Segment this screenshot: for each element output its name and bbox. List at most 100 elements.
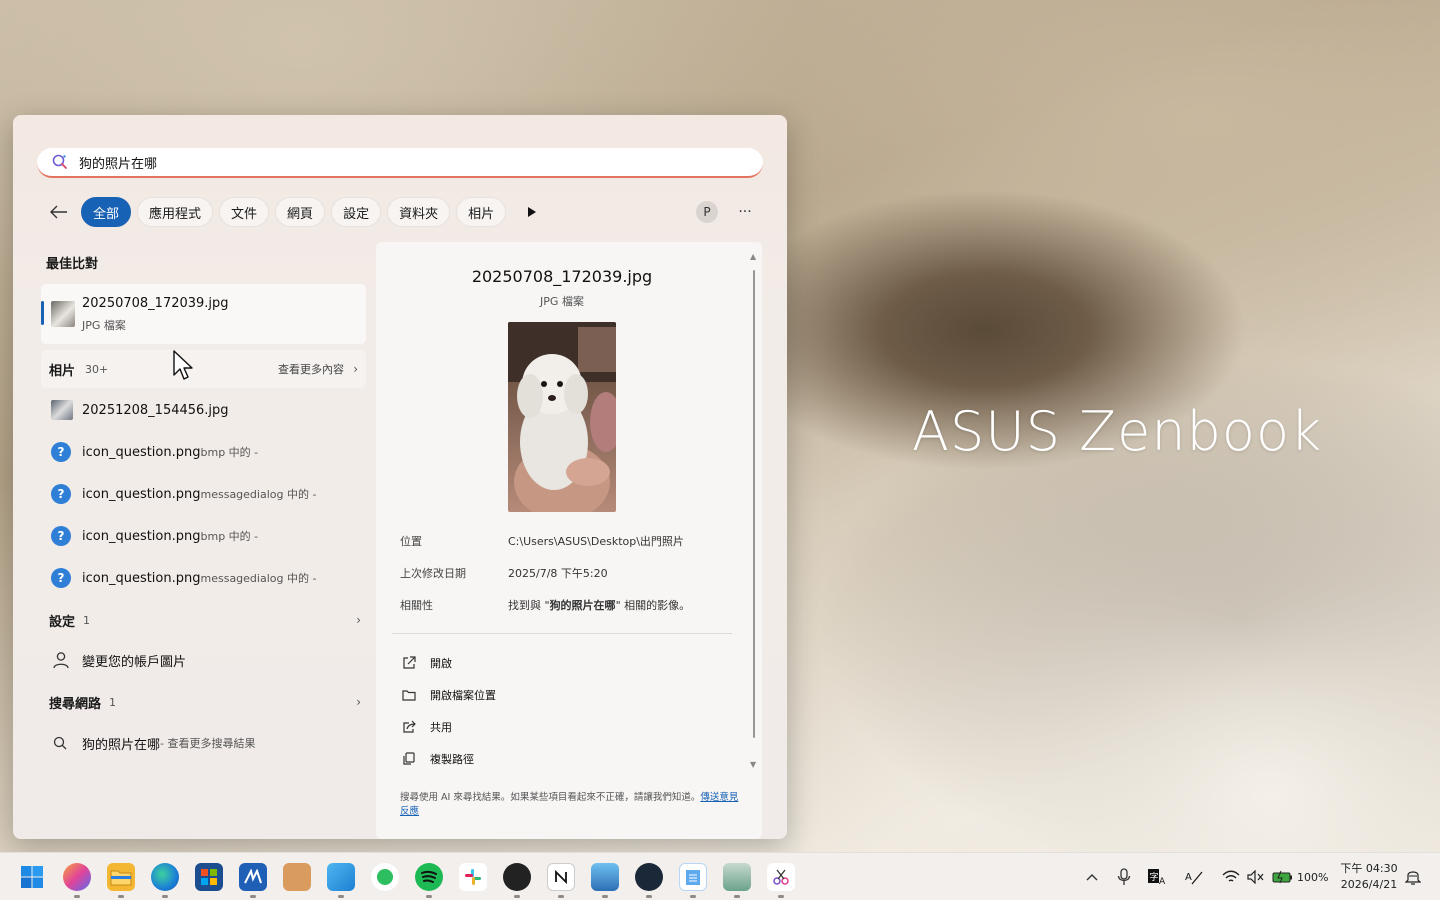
ai-disclaimer: 搜尋使用 AI 來尋找結果。如果某些項目看起來不正確，請讓我們知道。傳送意見反應 xyxy=(400,791,742,819)
svg-text:A: A xyxy=(1159,877,1166,886)
open-action-label: 開啟 xyxy=(430,657,452,670)
relevance-value: 找到與 "狗的照片在哪" 相關的影像。 xyxy=(508,597,690,613)
clock-date: 2026/4/21 xyxy=(1340,878,1398,891)
see-more-link[interactable]: 查看更多內容 xyxy=(278,361,344,377)
web-search-query: 狗的照片在哪 xyxy=(82,737,161,753)
settings-group-title: 設定 xyxy=(49,614,76,630)
notification-bell-icon xyxy=(1405,871,1421,885)
running-indicator xyxy=(118,895,124,898)
best-match-heading: 最佳比對 xyxy=(46,257,99,272)
microsoft-store-icon[interactable] xyxy=(195,863,223,891)
store-grid-icon xyxy=(201,869,217,885)
desktop-brand-text: ASUS Zenbook xyxy=(912,400,1323,463)
share-icon xyxy=(403,720,416,733)
file-explorer-icon[interactable] xyxy=(107,863,135,891)
filter-all[interactable]: 全部 xyxy=(81,197,132,227)
dog-photo-preview xyxy=(508,322,616,512)
edge-browser-icon[interactable] xyxy=(151,863,179,891)
list-item-name: icon_question.png xyxy=(82,570,201,586)
share-action[interactable]: 共用 xyxy=(402,717,452,737)
modified-value: 2025/7/8 下午5:20 xyxy=(508,567,608,580)
best-match-item[interactable]: 20250708_172039.jpg JPG 檔案 xyxy=(41,284,366,344)
battery-button[interactable]: 100% xyxy=(1272,853,1328,900)
language-button[interactable]: 字A xyxy=(1147,853,1167,900)
photo-thumbnail-icon xyxy=(51,301,75,327)
steam-icon[interactable] xyxy=(635,863,663,891)
settings-item-label: 變更您的帳戶圖片 xyxy=(82,654,187,670)
input-method-button[interactable]: A xyxy=(1184,853,1204,900)
running-indicator xyxy=(162,895,168,898)
notepad-glyph-icon xyxy=(686,870,700,885)
microphone-icon xyxy=(1117,868,1131,885)
notion-icon[interactable] xyxy=(547,863,575,891)
filter-documents[interactable]: 文件 xyxy=(219,197,270,227)
search-box[interactable] xyxy=(37,148,763,178)
archive-app-icon[interactable] xyxy=(283,863,311,891)
svg-text:字: 字 xyxy=(1150,871,1159,883)
snipping-tool-icon[interactable] xyxy=(767,863,795,891)
list-item-name: icon_question.png xyxy=(82,444,201,460)
obs-studio-icon[interactable] xyxy=(503,863,531,891)
settings-item[interactable]: 變更您的帳戶圖片 xyxy=(51,648,186,672)
myasus-glyph-icon xyxy=(244,869,262,884)
filter-web[interactable]: 網頁 xyxy=(275,197,326,227)
filter-settings[interactable]: 設定 xyxy=(331,197,382,227)
back-button[interactable] xyxy=(47,200,71,224)
clock[interactable]: 下午 04:30 2026/4/21 xyxy=(1338,861,1400,893)
copilot-icon[interactable] xyxy=(63,863,91,891)
list-item[interactable]: ? icon_question.png bmp 中的 - xyxy=(51,524,258,548)
list-item-sub: messagedialog 中的 - xyxy=(200,572,317,585)
account-avatar[interactable]: P xyxy=(696,201,718,223)
ime-language-icon: 字A xyxy=(1148,869,1166,886)
running-indicator xyxy=(690,895,696,898)
photos-icon[interactable] xyxy=(591,863,619,891)
scroll-up-icon[interactable]: ▲ xyxy=(750,252,756,261)
spotify-icon[interactable] xyxy=(415,863,443,891)
filter-photos[interactable]: 相片 xyxy=(456,197,507,227)
battery-charging-icon xyxy=(1272,870,1292,884)
relevance-query: 狗的照片在哪 xyxy=(549,599,616,612)
more-options-button[interactable]: ··· xyxy=(733,201,757,223)
list-item[interactable]: ? icon_question.png messagedialog 中的 - xyxy=(51,566,316,590)
list-item[interactable]: ? icon_question.png bmp 中的 - xyxy=(51,440,258,464)
web-group-header[interactable]: 搜尋網路 1 › xyxy=(49,690,361,714)
list-item[interactable]: 20251208_154456.jpg xyxy=(51,398,229,422)
notepad-icon[interactable] xyxy=(679,863,707,891)
photo-app-icon[interactable] xyxy=(327,863,355,891)
folder-icon xyxy=(402,690,416,701)
scrollbar[interactable]: ▲ ▼ xyxy=(749,252,759,772)
photos-group-header[interactable]: 相片 30+ 查看更多內容 › xyxy=(41,350,366,388)
open-action[interactable]: 開啟 xyxy=(402,653,452,673)
search-input[interactable] xyxy=(79,154,679,170)
myasus-icon[interactable] xyxy=(239,863,267,891)
web-search-item[interactable]: 狗的照片在哪 - 查看更多搜尋結果 xyxy=(51,731,255,755)
photos-group-count: 30+ xyxy=(85,362,109,376)
open-location-label: 開啟檔案位置 xyxy=(430,689,496,702)
volume-button[interactable] xyxy=(1247,853,1265,900)
open-location-action[interactable]: 開啟檔案位置 xyxy=(402,685,496,705)
show-hidden-icons-button[interactable] xyxy=(1085,853,1099,900)
best-match-name: 20250708_172039.jpg xyxy=(82,296,229,311)
copy-path-action[interactable]: 複製路徑 xyxy=(402,749,474,769)
more-filters-button[interactable] xyxy=(520,200,544,224)
image-viewer-icon[interactable] xyxy=(723,863,751,891)
list-item-sub: messagedialog 中的 - xyxy=(200,488,317,501)
relevance-prefix: 找到與 " xyxy=(508,599,550,612)
running-indicator xyxy=(74,895,80,898)
notifications-button[interactable] xyxy=(1405,853,1421,900)
start-button[interactable] xyxy=(18,863,46,891)
filter-apps[interactable]: 應用程式 xyxy=(137,197,214,227)
scrollbar-thumb[interactable] xyxy=(753,270,755,738)
back-arrow-icon xyxy=(50,205,67,219)
list-item[interactable]: ? icon_question.png messagedialog 中的 - xyxy=(51,482,316,506)
microphone-button[interactable] xyxy=(1117,853,1131,900)
network-button[interactable] xyxy=(1222,853,1240,900)
chevron-right-icon: › xyxy=(356,613,361,627)
settings-group-header[interactable]: 設定 1 › xyxy=(49,608,361,632)
evernote-icon[interactable] xyxy=(371,863,399,891)
scroll-down-icon[interactable]: ▼ xyxy=(750,760,756,769)
location-value: C:\Users\ASUS\Desktop\出門照片 xyxy=(508,535,684,548)
filter-folders[interactable]: 資料夾 xyxy=(387,197,451,227)
slack-icon[interactable] xyxy=(459,863,487,891)
spotify-glyph-icon xyxy=(421,870,437,883)
